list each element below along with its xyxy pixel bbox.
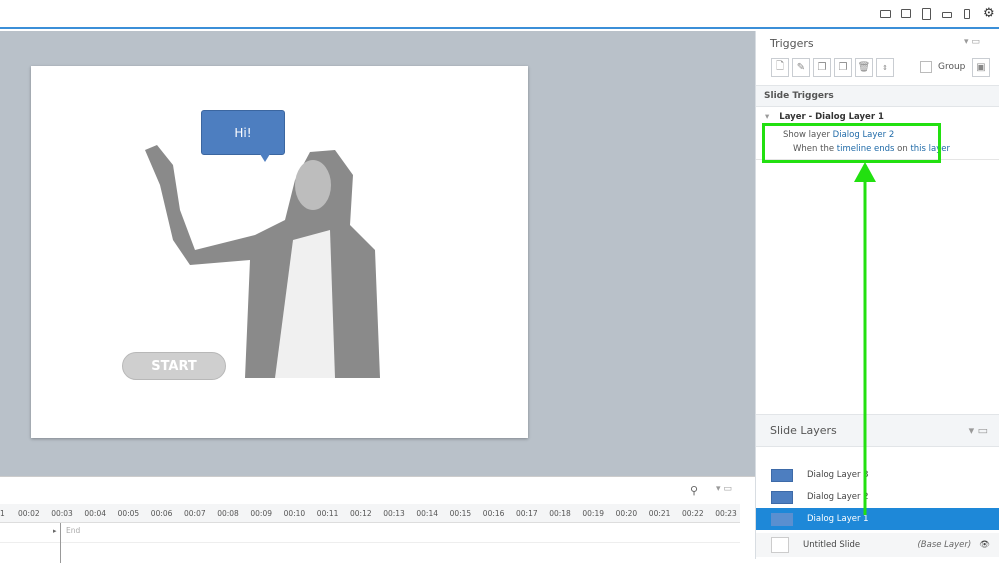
time-tick: 00:21 xyxy=(648,509,671,518)
presenter-image[interactable] xyxy=(135,140,385,380)
timeline-row xyxy=(0,523,740,543)
group-label: Group xyxy=(938,62,966,72)
copy-icon[interactable]: ❐ xyxy=(813,58,831,77)
time-tick: 00:19 xyxy=(582,509,605,518)
time-tick: 00:13 xyxy=(383,509,405,518)
time-tick: 1 xyxy=(0,509,5,518)
slide-triggers-title: Slide Triggers xyxy=(764,91,834,101)
time-tick: 00:20 xyxy=(615,509,638,518)
time-tick: 00:14 xyxy=(416,509,439,518)
slide-layers-title: Slide Layers xyxy=(770,424,837,437)
time-tick: 00:11 xyxy=(316,509,339,518)
time-tick: 00:23 xyxy=(715,509,737,518)
gear-icon[interactable]: ⚙ xyxy=(983,6,995,21)
annotation-arrow xyxy=(854,162,876,515)
base-layer-item[interactable]: Untitled Slide (Base Layer) 👁 xyxy=(756,533,999,557)
start-button[interactable]: START xyxy=(122,352,226,380)
top-toolbar: ⚙ xyxy=(0,0,999,29)
trigger-panel-icon[interactable]: ▣ xyxy=(972,58,990,77)
new-trigger-icon[interactable]: 🗋 xyxy=(771,58,789,77)
time-tick: 00:12 xyxy=(350,509,372,518)
monitor-icon[interactable] xyxy=(901,9,911,18)
delete-icon[interactable]: 🗑 xyxy=(855,58,873,77)
eye-icon[interactable]: 👁 xyxy=(979,540,990,550)
time-tick: 00:10 xyxy=(283,509,306,518)
layer-label: Untitled Slide xyxy=(803,540,861,550)
phone-icon[interactable] xyxy=(964,9,970,19)
paste-icon[interactable]: ❐ xyxy=(834,58,852,77)
time-tick: 00:18 xyxy=(549,509,571,518)
trigger-group-title: Layer - Dialog Layer 1 xyxy=(779,112,884,122)
end-marker[interactable]: End xyxy=(66,526,80,535)
layer-thumbnail xyxy=(771,490,793,504)
time-tick: 00:05 xyxy=(117,509,140,518)
time-tick: 00:16 xyxy=(482,509,505,518)
tablet-portrait-icon[interactable] xyxy=(922,8,931,20)
base-layer-tag: (Base Layer) xyxy=(917,540,972,550)
edit-trigger-icon[interactable]: ✎ xyxy=(792,58,810,77)
timeline: ⚲ ▾ ▭ ▸ End 1 00:02 00:03 00:04 00:05 00:06 00… xyxy=(0,476,755,563)
timeline-settings-icon[interactable]: ⚲ xyxy=(690,484,698,497)
move-up-down-icon[interactable]: ⇕ xyxy=(876,58,894,77)
group-checkbox[interactable] xyxy=(920,61,932,73)
time-tick: 00:03 xyxy=(51,509,73,518)
panel-menu-icon[interactable]: ▾ ▭ xyxy=(716,484,732,494)
annotation-box xyxy=(762,123,941,163)
playhead[interactable] xyxy=(60,523,61,563)
expand-icon[interactable]: ▸ xyxy=(53,527,57,535)
time-tick: 00:06 xyxy=(150,509,173,518)
time-tick: 00:15 xyxy=(449,509,472,518)
time-tick: 00:17 xyxy=(516,509,538,518)
collapse-icon[interactable]: ▾ xyxy=(765,112,769,122)
triggers-title: Triggers xyxy=(770,37,814,50)
time-tick: 00:09 xyxy=(250,509,273,518)
panel-menu-icon[interactable]: ▾ ▭ xyxy=(964,37,980,47)
layer-thumbnail xyxy=(771,468,793,482)
slide-triggers-header: Slide Triggers xyxy=(756,85,999,107)
time-tick: 00:08 xyxy=(217,509,239,518)
time-tick: 00:07 xyxy=(184,509,206,518)
layer-thumbnail xyxy=(771,512,793,526)
tablet-landscape-icon[interactable] xyxy=(942,12,952,18)
laptop-icon[interactable] xyxy=(880,10,891,18)
time-tick: 00:22 xyxy=(682,509,704,518)
time-tick: 00:04 xyxy=(84,509,107,518)
trigger-group[interactable]: ▾ Layer - Dialog Layer 1 xyxy=(765,112,884,122)
layer-thumbnail xyxy=(771,537,789,553)
panel-menu-icon[interactable]: ▾ ▭ xyxy=(969,424,988,437)
time-tick: 00:02 xyxy=(18,509,40,518)
